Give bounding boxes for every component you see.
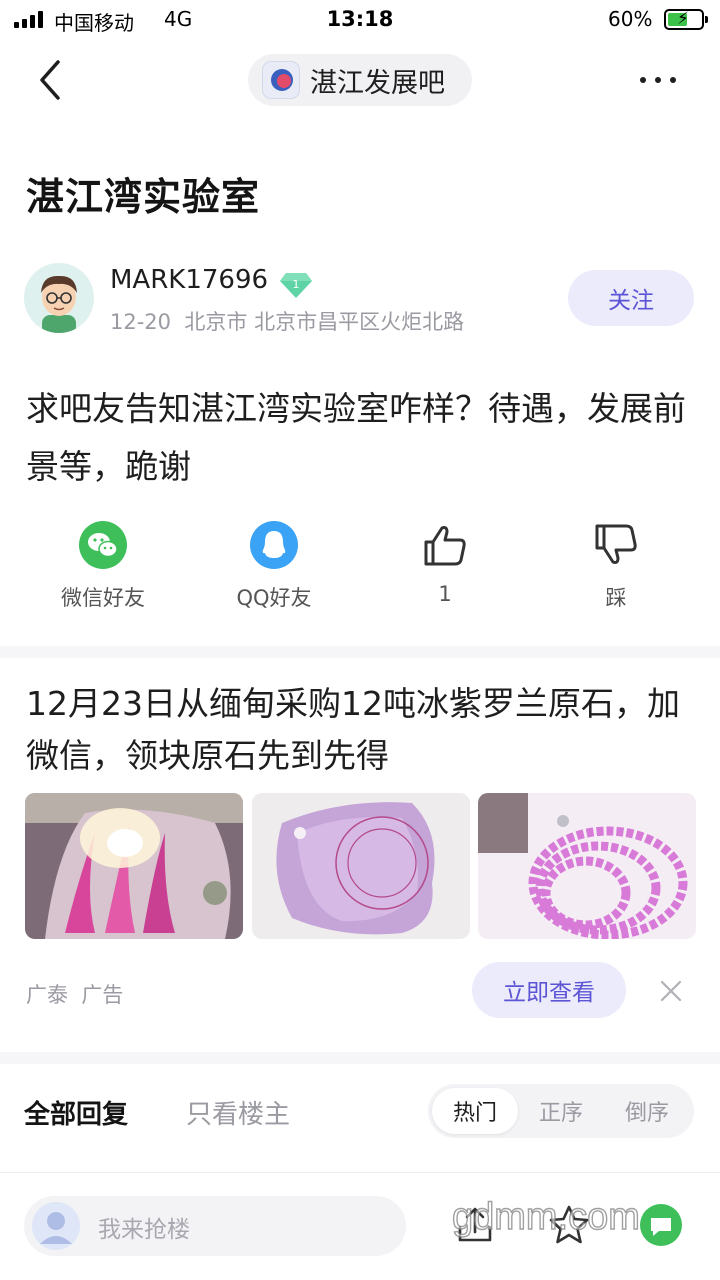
qq-icon [249,520,299,570]
post-meta: 12-20 北京市 北京市昌平区火炬北路 [110,306,464,336]
forum-entry[interactable]: 湛江发展吧 [248,54,472,106]
battery-percent: 60% [608,7,653,31]
ad-tag: 广告 [81,983,124,1007]
reply-input[interactable]: 我来抢楼 [24,1196,406,1256]
ad-source: 广泰 广告 [26,979,123,1009]
share-icon [458,1207,492,1242]
battery-icon: ⚡ [664,9,708,30]
comment-button[interactable] [638,1202,684,1248]
sort-ascending[interactable]: 正序 [518,1088,604,1134]
section-divider [0,646,720,658]
share-button[interactable] [452,1202,498,1248]
more-dots-icon [640,77,676,83]
follow-button[interactable]: 关注 [568,270,694,326]
sort-descending[interactable]: 倒序 [604,1088,690,1134]
close-icon [660,980,682,1002]
reply-placeholder: 我来抢楼 [98,1217,190,1243]
avatar[interactable] [24,263,94,333]
level-number: 1 [293,278,300,291]
sort-hot[interactable]: 热门 [432,1088,518,1134]
ad-close-button[interactable] [658,978,684,1004]
thumbs-down-icon [591,520,641,570]
dislike-button[interactable]: 踩 [526,520,706,612]
status-bar: 中国移动 4G 13:18 60% ⚡ [0,0,720,40]
share-wechat-button[interactable]: 微信好友 [13,520,193,612]
author-name[interactable]: MARK17696 [110,265,268,295]
like-button[interactable]: 1 [355,520,535,606]
sort-toggle: 热门 正序 倒序 [428,1084,694,1138]
post-location: 北京市 北京市昌平区火炬北路 [184,310,465,334]
thumbs-up-icon [420,520,470,570]
section-divider [0,1052,720,1064]
level-badge: 1 [279,271,313,299]
forum-name: 湛江发展吧 [310,67,445,99]
ad-image-1[interactable] [25,793,243,939]
post-title: 湛江湾实验室 [26,175,261,219]
forum-logo [262,61,300,99]
ad-title[interactable]: 12月23日从缅甸采购12吨冰紫罗兰原石，加微信，领块原石先到先得 [26,678,706,782]
dislike-label: 踩 [605,586,627,610]
ad-image-2[interactable] [252,793,470,939]
like-count: 1 [438,582,452,606]
ad-view-button[interactable]: 立即查看 [472,962,626,1018]
favorite-button[interactable] [546,1202,592,1248]
back-button[interactable] [36,58,72,102]
user-avatar [32,1202,80,1250]
wechat-icon [78,520,128,570]
chat-icon [640,1204,682,1246]
more-button[interactable] [640,70,690,90]
ad-image-3[interactable] [478,793,696,939]
tab-op-only[interactable]: 只看楼主 [186,1094,290,1131]
wechat-label: 微信好友 [61,586,145,610]
post-body: 求吧友告知湛江湾实验室咋样？待遇，发展前景等，跪谢 [26,389,686,486]
bottom-bar-divider [0,1172,720,1173]
share-qq-button[interactable]: QQ好友 [184,520,364,612]
qq-label: QQ好友 [236,586,312,610]
tab-all-replies[interactable]: 全部回复 [24,1094,128,1131]
back-arrow-icon [40,60,60,100]
ad-advertiser: 广泰 [26,983,68,1007]
share-actions: 微信好友 QQ好友 1 踩 [0,520,720,620]
star-icon [549,1205,589,1244]
post-date: 12-20 [110,310,172,334]
